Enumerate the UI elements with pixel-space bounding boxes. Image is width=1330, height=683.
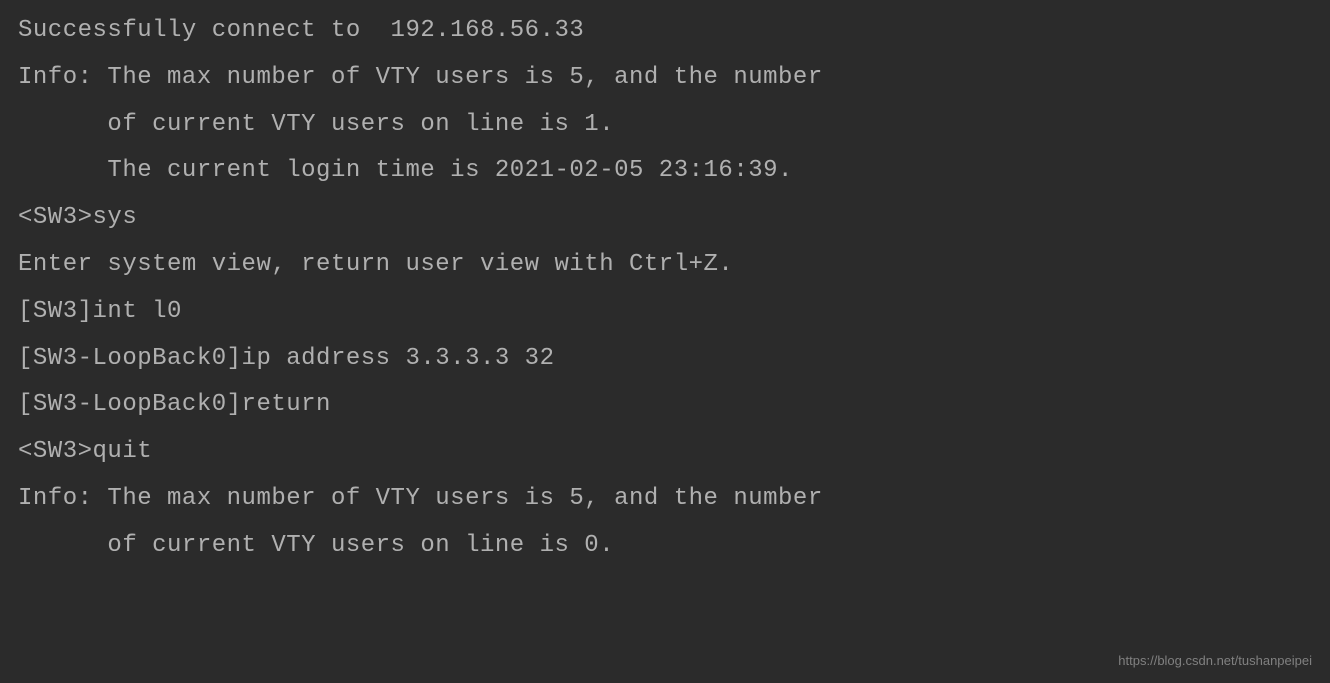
terminal-line: of current VTY users on line is 0. <box>18 523 1312 570</box>
terminal-line: [SW3]int l0 <box>18 289 1312 336</box>
terminal-line: [SW3-LoopBack0]return <box>18 382 1312 429</box>
terminal-line: <SW3>quit <box>18 429 1312 476</box>
watermark-text: https://blog.csdn.net/tushanpeipei <box>1118 648 1312 673</box>
terminal-line: The current login time is 2021-02-05 23:… <box>18 148 1312 195</box>
terminal-output: Successfully connect to 192.168.56.33 In… <box>18 8 1312 570</box>
terminal-line: Info: The max number of VTY users is 5, … <box>18 55 1312 102</box>
terminal-line: Successfully connect to 192.168.56.33 <box>18 8 1312 55</box>
terminal-line: Enter system view, return user view with… <box>18 242 1312 289</box>
terminal-line: <SW3>sys <box>18 195 1312 242</box>
terminal-line: [SW3-LoopBack0]ip address 3.3.3.3 32 <box>18 336 1312 383</box>
terminal-line: Info: The max number of VTY users is 5, … <box>18 476 1312 523</box>
terminal-line: of current VTY users on line is 1. <box>18 102 1312 149</box>
